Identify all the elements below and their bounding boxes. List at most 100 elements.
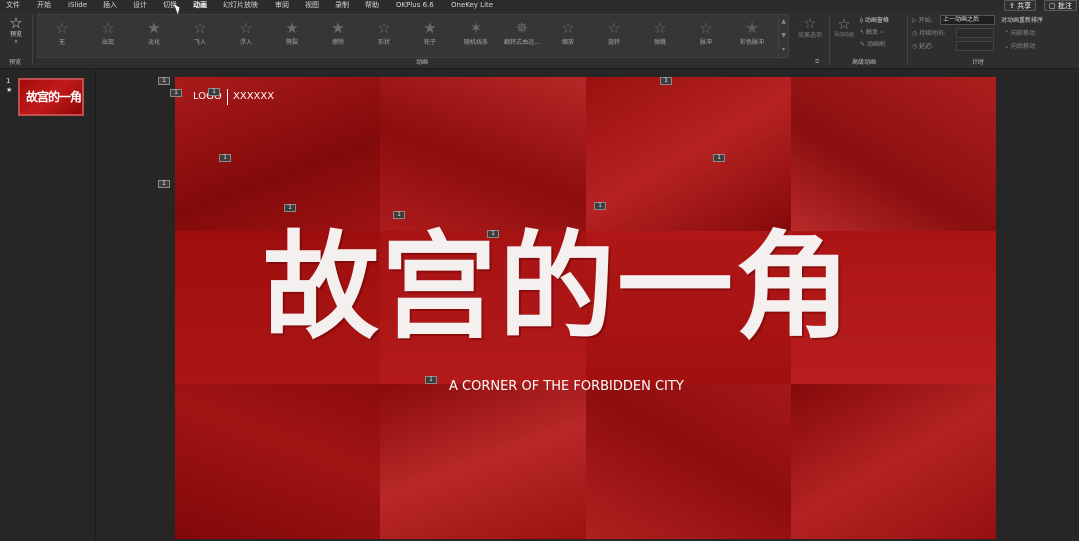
animation-tag[interactable]: 1	[487, 230, 499, 238]
menu-view[interactable]: 视图	[305, 0, 319, 11]
animation-painter-button[interactable]: ✎ 动画刷	[860, 40, 885, 49]
delay-input[interactable]	[956, 41, 994, 51]
start-select[interactable]: 上一动画之后	[940, 15, 995, 25]
add-animation-button[interactable]: ☆ 添加动画	[832, 16, 856, 56]
comment-label: 批注	[1057, 2, 1072, 10]
gallery-scroll[interactable]: ▲ ▼ ▾	[778, 15, 788, 59]
menu-home[interactable]: 开始	[37, 0, 51, 11]
menu-insert[interactable]: 插入	[103, 0, 117, 11]
trigger-label: 触发 ~	[865, 29, 885, 36]
star-icon: ✵	[515, 19, 529, 37]
chevron-down-icon[interactable]: ▼	[779, 29, 788, 43]
menu-help[interactable]: 帮助	[365, 0, 379, 11]
menu-record[interactable]: 录制	[335, 0, 349, 11]
preview-button[interactable]: ☆ 预览 ▾	[4, 15, 28, 51]
animation-tag[interactable]: 1	[158, 180, 170, 188]
logo-subtext[interactable]: XXXXXX	[233, 91, 274, 103]
duration-input[interactable]	[956, 28, 994, 38]
star-icon: ☆	[561, 19, 575, 37]
animation-tag[interactable]: 1	[594, 202, 606, 210]
menu-file[interactable]: 文件	[6, 0, 20, 11]
anim-color-pulse[interactable]: ✭ 彩色脉冲	[730, 15, 774, 59]
menu-review[interactable]: 审阅	[275, 0, 289, 11]
animation-tag[interactable]: 1	[425, 376, 437, 384]
share-label: 共享	[1017, 2, 1032, 10]
menu-design[interactable]: 设计	[133, 0, 147, 11]
dialog-launcher-icon[interactable]: ⧉	[815, 57, 819, 66]
slide-thumbnail[interactable]: 故宫的一角	[18, 78, 84, 116]
menu-animations[interactable]: 动画	[193, 0, 207, 12]
menu-islide[interactable]: iSlide	[68, 0, 87, 11]
reorder-label: 对动画重新排序	[1001, 17, 1044, 24]
chevron-up-icon[interactable]: ▲	[779, 15, 788, 29]
duration-label: ◷ 持续时间:	[912, 30, 946, 37]
preview-group-label: 预览	[9, 59, 22, 66]
ribbon: ☆ 预览 ▾ 预览 ☆ 无 ☆ 出现 ★ 淡化 ☆ 飞入 ☆ 浮入 ★ 劈裂 ★ 擦除 ☆ 形状…	[0, 11, 1079, 69]
star-icon: ★	[331, 19, 345, 37]
star-icon: ★	[285, 19, 299, 37]
anim-zoom[interactable]: ☆ 缩放	[546, 15, 590, 59]
slide-number: 1	[6, 77, 11, 85]
anim-bounce[interactable]: ☆ 弹跳	[638, 15, 682, 59]
star-plus-icon: ☆	[837, 15, 851, 33]
move-earlier-button[interactable]: ⌃ 向前移动	[1004, 29, 1035, 38]
slide-subtitle[interactable]: A CORNER OF THE FORBIDDEN CITY	[449, 379, 684, 395]
menu-onekey[interactable]: OneKey Lite	[451, 0, 493, 11]
share-button[interactable]: ⇪ 共享	[1004, 0, 1037, 11]
comment-button[interactable]: ▢ 批注	[1044, 0, 1077, 11]
anim-swivel[interactable]: ☆ 旋转	[592, 15, 636, 59]
logo-divider	[227, 89, 228, 105]
anim-split[interactable]: ★ 劈裂	[270, 15, 314, 59]
animation-pane-label: 动画窗格	[864, 17, 889, 24]
animation-tag[interactable]: 1	[158, 77, 170, 85]
move-later-button[interactable]: ⌄ 向后移动	[1004, 42, 1035, 51]
animation-tag[interactable]: 1	[660, 77, 672, 85]
anim-grow-turn[interactable]: ✵ 翻转式由远...	[500, 15, 544, 59]
anim-pulse[interactable]: ☆ 脉冲	[684, 15, 728, 59]
animation-tag[interactable]: 1	[284, 204, 296, 212]
ribbon-separator	[32, 15, 33, 65]
star-icon: ☆	[101, 19, 115, 37]
animation-pane-button[interactable]: ⟠ 动画窗格	[860, 16, 889, 25]
effect-options-label: 效果选项	[797, 32, 822, 39]
more-icon[interactable]: ▾	[779, 43, 788, 57]
star-icon: ☆	[607, 19, 621, 37]
ribbon-separator	[829, 15, 830, 65]
anim-random-bars[interactable]: ✶ 随机线条	[454, 15, 498, 59]
thumbnail-title: 故宫的一角	[26, 90, 82, 104]
star-icon: ☆	[239, 19, 253, 37]
anim-appear[interactable]: ☆ 出现	[86, 15, 130, 59]
star-icon: ☆	[803, 16, 817, 32]
menu-okplus[interactable]: OKPlus 6.6	[396, 0, 434, 11]
star-icon: ☆	[193, 19, 207, 37]
animation-tag[interactable]: 1	[393, 211, 405, 219]
trigger-button[interactable]: ϟ 触发 ~	[860, 28, 885, 37]
animation-tag[interactable]: 1	[219, 154, 231, 162]
anim-none[interactable]: ☆ 无	[40, 15, 84, 59]
slide-title[interactable]: 故宫的一角	[263, 207, 853, 367]
menu-slideshow[interactable]: 幻灯片放映	[223, 0, 258, 11]
animation-marker-icon: ★	[6, 86, 13, 94]
animation-tag[interactable]: 1	[208, 88, 220, 96]
animation-tag[interactable]: 1	[170, 89, 182, 97]
anim-float-in[interactable]: ☆ 浮入	[224, 15, 268, 59]
star-icon: ☆	[55, 19, 69, 37]
animation-group-label: 动画	[416, 59, 429, 66]
star-icon: ✶	[469, 19, 483, 37]
anim-wipe[interactable]: ★ 擦除	[316, 15, 360, 59]
slide[interactable]: LOGO XXXXXX 故宫的一角 A CORNER OF THE FORBID…	[175, 77, 996, 539]
star-icon: ☆	[653, 19, 667, 37]
star-icon: ✭	[745, 19, 759, 37]
anim-fade[interactable]: ★ 淡化	[132, 15, 176, 59]
star-icon: ☆	[377, 19, 391, 37]
anim-shape[interactable]: ☆ 形状	[362, 15, 406, 59]
effect-options-button[interactable]: ☆ 效果选项	[792, 16, 828, 56]
animation-tag[interactable]: 1	[713, 154, 725, 162]
star-icon: ☆	[699, 19, 713, 37]
anim-wheel[interactable]: ★ 轮子	[408, 15, 452, 59]
anim-fly-in[interactable]: ☆ 飞入	[178, 15, 222, 59]
delay-label: ◷ 延迟:	[912, 43, 934, 50]
timing-group-label: 计时	[972, 59, 985, 66]
animation-gallery: ☆ 无 ☆ 出现 ★ 淡化 ☆ 飞入 ☆ 浮入 ★ 劈裂 ★ 擦除 ☆ 形状 ★ 轮子 ✶ 随机线条…	[37, 14, 789, 59]
advanced-group-label: 高级动画	[852, 59, 877, 66]
